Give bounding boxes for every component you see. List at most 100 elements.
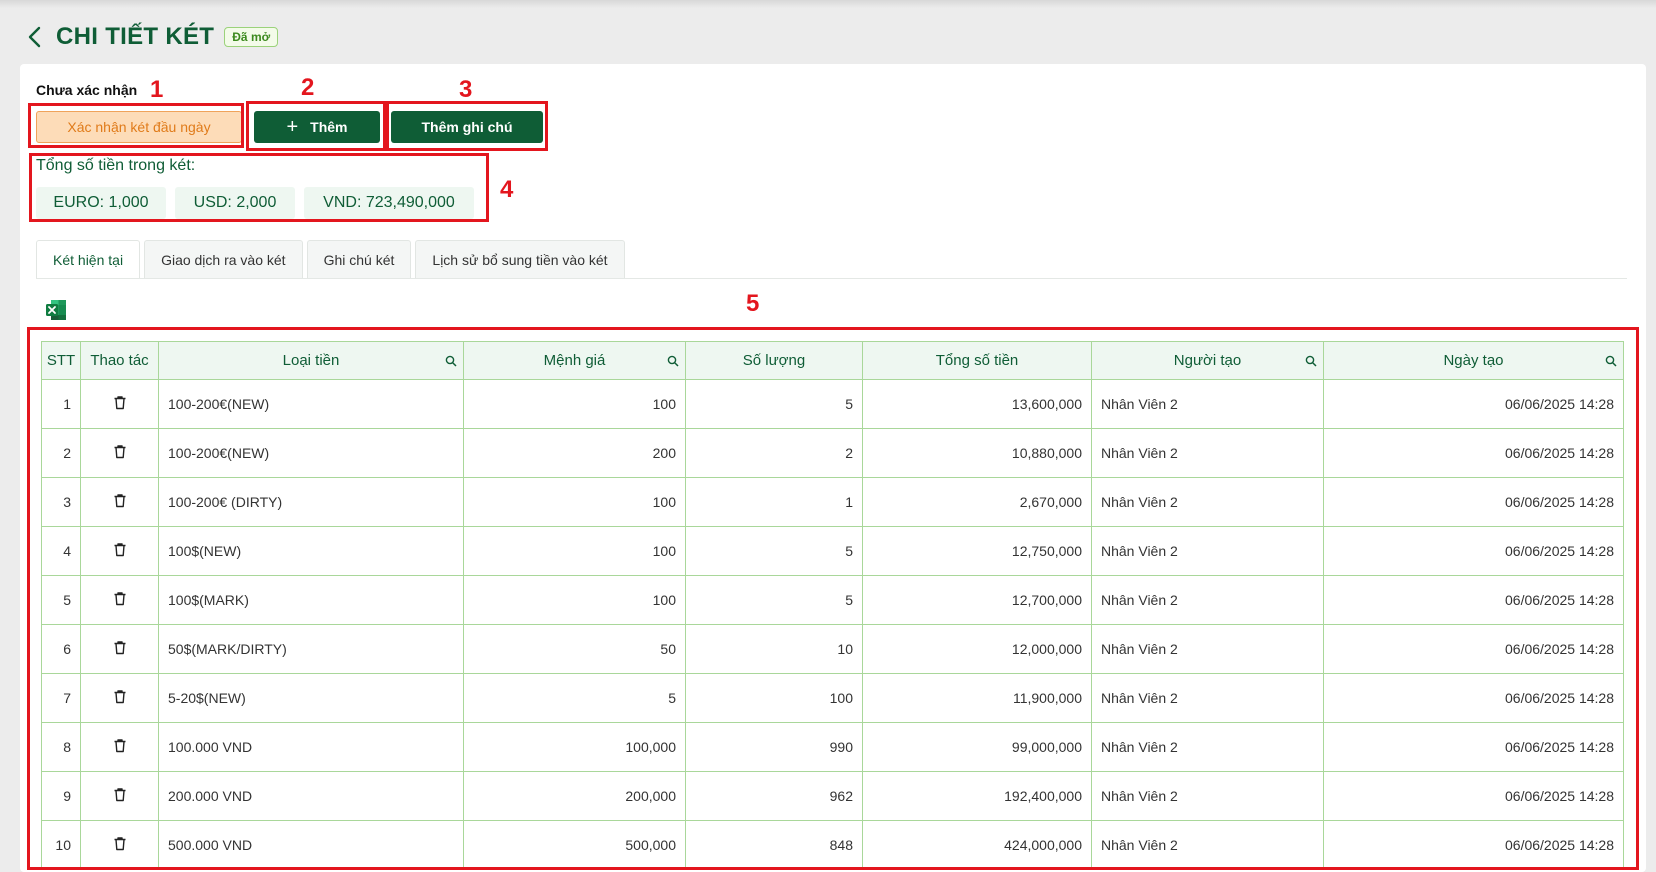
status-badge: Đã mở [224, 27, 279, 47]
table-row: 9 200.000 VND 200,000 962 192,400,000 Nhân Vi… [41, 771, 1624, 821]
cell-denomination: 500,000 [463, 820, 686, 870]
column-header-currency-type: Loại tiền [158, 341, 464, 380]
cell-creator: Nhân Viên 2 [1091, 722, 1324, 772]
delete-button[interactable] [113, 396, 127, 413]
column-header-actions: Thao tác [80, 341, 159, 380]
total-euro: EURO: 1,000 [36, 187, 166, 219]
cell-quantity: 5 [685, 575, 863, 625]
delete-button[interactable] [113, 739, 127, 756]
search-icon[interactable] [445, 355, 457, 367]
cell-creator: Nhân Viên 2 [1091, 379, 1324, 429]
cell-actions [80, 624, 159, 674]
back-button[interactable] [22, 22, 48, 52]
table-row: 5 100$(MARK) 100 5 12,700,000 Nhân Viên 2 06/0… [41, 575, 1624, 625]
cell-creator: Nhân Viên 2 [1091, 477, 1324, 527]
search-icon[interactable] [1605, 355, 1617, 367]
cell-created-date: 06/06/2025 14:28 [1323, 771, 1624, 821]
add-note-button[interactable]: Thêm ghi chú [391, 111, 543, 143]
total-usd: USD: 2,000 [175, 187, 295, 219]
confirm-opening-button[interactable]: Xác nhận két đầu ngày [36, 111, 242, 143]
cell-denomination: 100 [463, 526, 686, 576]
cell-actions [80, 477, 159, 527]
cell-currency-type: 100$(NEW) [158, 526, 464, 576]
safe-detail-table-wrap: STT Thao tác Loại tiền Mệnh giá Số lượng… [41, 341, 1624, 870]
cell-stt: 8 [41, 722, 81, 772]
cell-currency-type: 100$(MARK) [158, 575, 464, 625]
cell-stt: 5 [41, 575, 81, 625]
search-icon[interactable] [1305, 355, 1317, 367]
table-row: 7 5-20$(NEW) 5 100 11,900,000 Nhân Viên 2 06/0… [41, 673, 1624, 723]
delete-button[interactable] [113, 690, 127, 707]
cell-denomination: 100 [463, 477, 686, 527]
column-header-total: Tổng số tiền [862, 341, 1092, 380]
cell-total: 10,880,000 [862, 428, 1092, 478]
cell-quantity: 5 [685, 526, 863, 576]
cell-denomination: 100 [463, 575, 686, 625]
cell-quantity: 848 [685, 820, 863, 870]
cell-denomination: 50 [463, 624, 686, 674]
cell-quantity: 2 [685, 428, 863, 478]
annotation-label-3: 3 [459, 76, 473, 103]
excel-export-icon[interactable] [45, 299, 67, 321]
cell-quantity: 100 [685, 673, 863, 723]
cell-creator: Nhân Viên 2 [1091, 820, 1324, 870]
chevron-left-icon [28, 26, 41, 48]
add-button[interactable]: + Thêm [254, 111, 380, 143]
cell-stt: 1 [41, 379, 81, 429]
trash-icon [114, 445, 125, 459]
cell-stt: 4 [41, 526, 81, 576]
tab-topup-history[interactable]: Lịch sử bổ sung tiền vào két [415, 240, 625, 278]
cell-total: 12,750,000 [862, 526, 1092, 576]
column-header-denomination: Mệnh giá [463, 341, 686, 380]
column-header-stt: STT [41, 341, 81, 380]
cell-total: 13,600,000 [862, 379, 1092, 429]
search-icon[interactable] [667, 355, 679, 367]
table-row: 10 500.000 VND 500,000 848 424,000,000 Nhân V… [41, 820, 1624, 870]
cell-stt: 3 [41, 477, 81, 527]
delete-button[interactable] [113, 592, 127, 609]
cell-actions [80, 673, 159, 723]
trash-icon [114, 641, 125, 655]
trash-icon [114, 690, 125, 704]
delete-button[interactable] [113, 445, 127, 462]
cell-creator: Nhân Viên 2 [1091, 526, 1324, 576]
trash-icon [114, 543, 125, 557]
cell-currency-type: 100-200€(NEW) [158, 428, 464, 478]
cell-actions [80, 428, 159, 478]
annotation-label-4: 4 [500, 176, 514, 203]
tab-notes[interactable]: Ghi chú két [306, 240, 412, 278]
delete-button[interactable] [113, 788, 127, 805]
cell-denomination: 200,000 [463, 771, 686, 821]
tab-current-safe[interactable]: Két hiện tại [36, 240, 141, 278]
table-row: 4 100$(NEW) 100 5 12,750,000 Nhân Viên 2 06/06… [41, 526, 1624, 576]
cell-total: 99,000,000 [862, 722, 1092, 772]
cell-created-date: 06/06/2025 14:28 [1323, 526, 1624, 576]
cell-total: 12,700,000 [862, 575, 1092, 625]
safe-detail-table: STT Thao tác Loại tiền Mệnh giá Số lượng… [41, 341, 1624, 870]
column-header-quantity: Số lượng [685, 341, 863, 380]
table-row: 1 100-200€(NEW) 100 5 13,600,000 Nhân Viên 20… [41, 379, 1624, 429]
cell-denomination: 5 [463, 673, 686, 723]
cell-creator: Nhân Viên 2 [1091, 575, 1324, 625]
cell-currency-type: 100-200€(NEW) [158, 379, 464, 429]
cell-stt: 9 [41, 771, 81, 821]
confirmation-status: Chưa xác nhận [36, 82, 138, 98]
delete-button[interactable] [113, 494, 127, 511]
add-button-label: Thêm [310, 119, 348, 135]
cell-created-date: 06/06/2025 14:28 [1323, 477, 1624, 527]
trash-icon [114, 739, 125, 753]
cell-total: 192,400,000 [862, 771, 1092, 821]
total-amount-label: Tổng số tiền trong két: [36, 157, 196, 174]
annotation-label-2: 2 [301, 74, 315, 101]
delete-button[interactable] [113, 543, 127, 560]
cell-creator: Nhân Viên 2 [1091, 673, 1324, 723]
cell-total: 11,900,000 [862, 673, 1092, 723]
cell-stt: 6 [41, 624, 81, 674]
tab-transactions[interactable]: Giao dịch ra vào két [144, 240, 303, 278]
cell-quantity: 962 [685, 771, 863, 821]
delete-button[interactable] [113, 837, 127, 854]
table-row: 3 100-200€ (DIRTY) 100 1 2,670,000 Nhân Viên … [41, 477, 1624, 527]
cell-quantity: 10 [685, 624, 863, 674]
delete-button[interactable] [113, 641, 127, 658]
cell-actions [80, 820, 159, 870]
